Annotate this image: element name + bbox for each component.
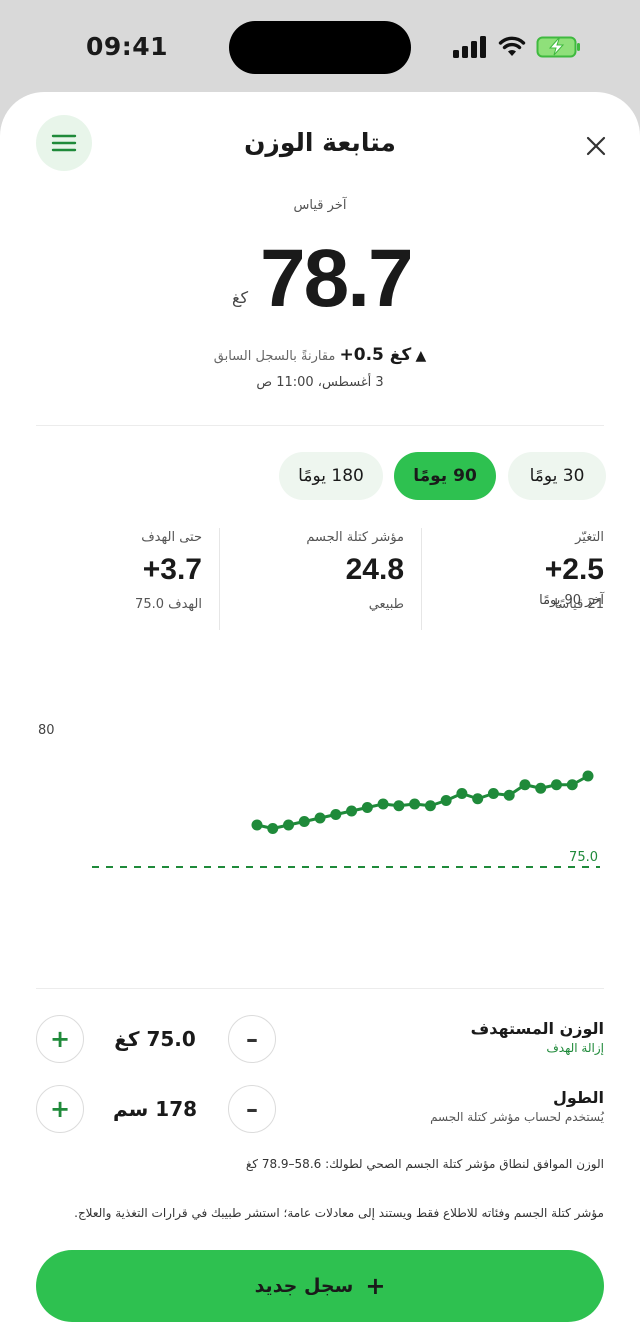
- weight-data-point[interactable]: [424, 800, 436, 812]
- weight-data-point[interactable]: [361, 802, 373, 813]
- weight-data-point[interactable]: [472, 793, 484, 805]
- tab-30-days[interactable]: 30 يومًا: [508, 452, 606, 500]
- height-label-group: الطول يُستخدم لحساب مؤشر كتلة الجسم: [430, 1088, 604, 1124]
- page-title: متابعة الوزن: [244, 128, 396, 157]
- weight-data-point[interactable]: [298, 816, 310, 827]
- close-button[interactable]: [578, 128, 614, 164]
- divider: [36, 988, 604, 989]
- menu-button[interactable]: [36, 115, 92, 171]
- stat-to-goal-label: حتى الهدف: [141, 530, 202, 545]
- healthy-range-note: الوزن الموافق لنطاق مؤشر كتلة الجسم الصح…: [245, 1157, 604, 1171]
- decrease-target-button[interactable]: –: [228, 1015, 276, 1063]
- weight-chart: 80 74 75.0: [38, 723, 600, 868]
- weight-data-point[interactable]: [377, 798, 389, 810]
- remove-goal-link[interactable]: إزالة الهدف: [471, 1041, 604, 1055]
- weight-data-point[interactable]: [251, 819, 263, 831]
- target-weight-label: الوزن المستهدف: [470, 1019, 604, 1038]
- height-label: الطول: [553, 1088, 604, 1107]
- weight-data-point[interactable]: [456, 788, 468, 799]
- latest-weight-value: 78.7: [260, 233, 414, 324]
- plus-icon: +: [365, 1272, 386, 1300]
- disclaimer: مؤشر كتلة الجسم وفئاته للاطلاع فقط ويستن…: [74, 1206, 604, 1220]
- height-sub: يُستخدم لحساب مؤشر كتلة الجسم: [430, 1110, 604, 1124]
- stat-change-value: +2.5: [544, 553, 604, 586]
- latest-weight-unit: كغ: [232, 288, 249, 307]
- range-tabs: 30 يومًا 90 يومًا 180 يومًا: [0, 452, 640, 502]
- delta-text: مقارنةً بالسجل السابق: [213, 349, 336, 364]
- status-bar: 09:41: [0, 0, 640, 95]
- weight-data-point[interactable]: [283, 819, 295, 831]
- triangle-up-icon: ▲: [415, 348, 427, 364]
- menu-icon: [51, 134, 77, 152]
- dynamic-island: [229, 21, 411, 74]
- cellular-signal-icon: [453, 36, 486, 58]
- stat-bmi-label: مؤشر كتلة الجسم: [306, 530, 404, 545]
- weight-data-point[interactable]: [535, 782, 547, 794]
- weight-data-point[interactable]: [566, 779, 578, 791]
- divider: [36, 425, 604, 426]
- stat-bmi-value: 24.8: [345, 553, 404, 586]
- tab-90-days[interactable]: 90 يومًا: [394, 452, 496, 500]
- target-weight-value: 75.0 كغ: [114, 1027, 196, 1051]
- stat-change-label: التغيّر: [575, 530, 604, 545]
- latest-date: 3 أغسطس، 11:00 ص: [256, 375, 384, 390]
- status-time: 09:41: [86, 32, 169, 61]
- new-entry-button[interactable]: + سجل جديد: [36, 1250, 604, 1322]
- weight-data-point[interactable]: [503, 789, 515, 801]
- delta-line: ▲ +0.5 كغ مقارنةً بالسجل السابق: [0, 345, 640, 365]
- increase-height-button[interactable]: +: [36, 1085, 84, 1133]
- tab-180-days[interactable]: 180 يومًا: [279, 452, 383, 500]
- battery-charging-icon: [536, 36, 580, 58]
- latest-label: آخر قياس: [293, 198, 347, 213]
- weight-data-point[interactable]: [393, 800, 405, 812]
- height-value: 178 سم: [112, 1097, 198, 1121]
- delta-value: +0.5 كغ: [339, 345, 412, 365]
- stat-to-goal-value: +3.7: [142, 553, 202, 586]
- chart-caption: آخر 90 يومًا: [539, 593, 604, 608]
- weight-data-point[interactable]: [582, 770, 594, 782]
- weight-data-point[interactable]: [487, 788, 499, 799]
- decrease-height-button[interactable]: –: [228, 1085, 276, 1133]
- weight-data-point[interactable]: [519, 779, 531, 791]
- increase-target-button[interactable]: +: [36, 1015, 84, 1063]
- y-tick-label: 80: [38, 723, 55, 738]
- goal-line-label: 75.0: [569, 850, 598, 865]
- target-weight-label-group: الوزن المستهدف إزالة الهدف: [471, 1019, 604, 1055]
- weight-data-point[interactable]: [440, 795, 452, 806]
- weight-data-point[interactable]: [330, 809, 342, 820]
- weight-data-point[interactable]: [346, 805, 358, 817]
- stat-divider: [421, 528, 422, 630]
- weight-data-point[interactable]: [409, 798, 421, 810]
- stat-divider: [219, 528, 220, 630]
- weight-data-point[interactable]: [267, 823, 279, 834]
- weight-data-point[interactable]: [550, 779, 562, 791]
- weight-data-point[interactable]: [314, 812, 326, 824]
- close-icon: [586, 136, 606, 156]
- wifi-icon: [498, 36, 526, 56]
- new-entry-label: سجل جديد: [254, 1275, 354, 1297]
